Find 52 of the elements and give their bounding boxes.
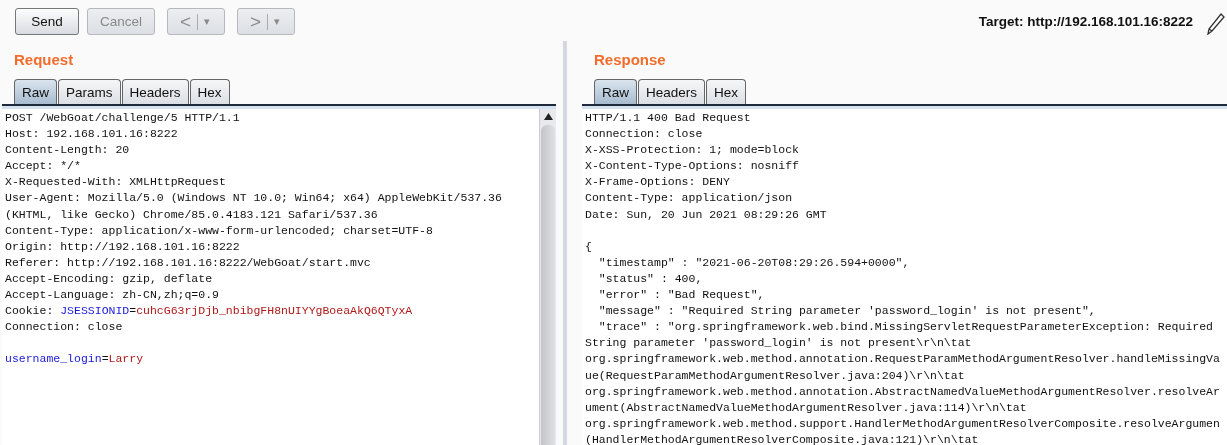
pencil-icon[interactable] bbox=[1207, 12, 1225, 35]
code-line: Content-Type: application/x-www-form-urlencoded; charset=UTF-8 bbox=[5, 222, 434, 239]
code-line: (KHTML, like Gecko) Chrome/85.0.4183.121 Safari/537.36 bbox=[5, 206, 379, 223]
code-line: org.springframework.web.method.annotation.RequestParamMethodArgumentResolver.handleMissingVa bbox=[585, 351, 1221, 368]
code-line: "status" : 400, bbox=[597, 270, 704, 287]
code-line: Content-Type: application/json bbox=[585, 190, 794, 207]
code-line: X-Content-Type-Options: nosniff bbox=[585, 158, 800, 175]
code-line: Origin: http://192.168.101.16:8222 bbox=[5, 238, 241, 255]
tab[interactable]: Params bbox=[58, 79, 121, 104]
code-line: Accept: */* bbox=[5, 158, 82, 175]
code-line: org.springframework.web.method.support.HandlerMethodArgumentResolverComposite.resolveArgumen bbox=[585, 415, 1221, 432]
response-title: Response bbox=[593, 50, 667, 70]
code-line: Connection: close bbox=[5, 319, 124, 336]
code-line: "error" : "Bad Request", bbox=[597, 287, 766, 304]
code-line: (HandlerMethodArgumentResolverComposite.java:121)\r\n\tat bbox=[585, 431, 980, 445]
code-line: org.springframework.web.method.annotation.AbstractNamedValueMethodArgumentResolver.resolveAr bbox=[585, 383, 1221, 400]
code-line: ument(AbstractNamedValueMethodArgumentResolver.java:114)\r\n\tat bbox=[585, 399, 1028, 416]
tab[interactable]: Raw bbox=[14, 79, 57, 104]
code-line: "message" : "Required String parameter 'password_login' is not present", bbox=[597, 303, 1097, 320]
tab[interactable]: Raw bbox=[594, 79, 637, 104]
code-line: ue(RequestParamMethodArgumentResolver.java:204)\r\n\tat bbox=[585, 367, 966, 384]
code-line: X-Frame-Options: DENY bbox=[585, 174, 731, 191]
tab[interactable]: Headers bbox=[121, 79, 189, 104]
code-line: Content-Length: 20 bbox=[5, 142, 131, 159]
code-line: Host: 192.168.101.16:8222 bbox=[5, 126, 179, 143]
code-line: POST /WebGoat/challenge/5 HTTP/1.1 bbox=[5, 110, 241, 126]
code-line: username_login=Larry bbox=[5, 351, 145, 368]
code-line: String parameter 'password_login' is not present\r\n\tat bbox=[585, 335, 973, 352]
code-line: HTTP/1.1 400 Bad Request bbox=[585, 110, 752, 126]
code-line: { bbox=[585, 238, 593, 255]
request-title: Request bbox=[13, 50, 75, 70]
code-line: X-Requested-With: XMLHttpRequest bbox=[5, 174, 227, 191]
code-line: "trace" : "org.springframework.web.bind.MissingServletRequestParameterException: Required bbox=[597, 319, 1214, 336]
scrollbar[interactable] bbox=[539, 109, 556, 445]
tab[interactable]: Hex bbox=[706, 79, 747, 104]
code-line: X-XSS-Protection: 1; mode=block bbox=[585, 142, 800, 159]
code-line: Connection: close bbox=[585, 126, 704, 143]
scroll-thumb[interactable] bbox=[541, 125, 555, 445]
code-line: "timestamp" : "2021-06-20T08:29:26.594+0000", bbox=[597, 254, 911, 271]
code-line: Accept-Encoding: gzip, deflate bbox=[5, 270, 214, 287]
response-editor[interactable] bbox=[582, 106, 1227, 445]
scroll-up-icon[interactable] bbox=[543, 113, 553, 120]
request-editor[interactable] bbox=[2, 106, 556, 445]
code-line: User-Agent: Mozilla/5.0 (Windows NT 10.0; Win64; x64) AppleWebKit/537.36 bbox=[5, 190, 503, 207]
code-line: Cookie: JSESSIONID=cuhcG63rjDjb_nbibgFH8nUIYYgBoeaAkQ6QTyxA bbox=[5, 303, 414, 320]
code-line: Referer: http://192.168.101.16:8222/WebGoat/start.mvc bbox=[5, 254, 372, 271]
tab[interactable]: Hex bbox=[189, 79, 230, 104]
code-line: Accept-Language: zh-CN,zh;q=0.9 bbox=[5, 287, 220, 304]
toolbar-button[interactable]: Send bbox=[15, 8, 79, 35]
code-line: Date: Sun, 20 Jun 2021 08:29:26 GMT bbox=[585, 206, 828, 223]
target-label: Target: http://192.168.101.16:8222 bbox=[978, 14, 1193, 29]
tab[interactable]: Headers bbox=[638, 79, 706, 104]
